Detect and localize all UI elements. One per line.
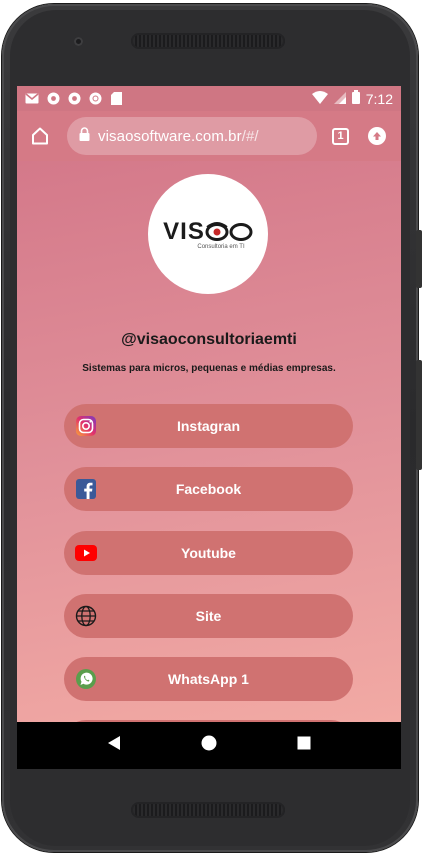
link-label: Youtube [181, 545, 236, 561]
volume-button [416, 360, 422, 470]
gmail-icon [25, 92, 39, 106]
link-label: Instagran [176, 418, 240, 434]
status-right: 7:12 [311, 90, 393, 107]
browser-toolbar: visaosoftware.com.br/#/ 1 [17, 111, 401, 161]
facebook-link-button[interactable]: Facebook [64, 467, 353, 511]
recents-button[interactable] [297, 736, 311, 755]
facebook-icon [75, 478, 97, 500]
power-button [416, 230, 422, 288]
update-menu-button[interactable] [368, 127, 386, 145]
circle-icon [88, 92, 102, 106]
url-path: /#/ [241, 127, 259, 145]
profile-avatar: VIS Consultoria em TI [148, 174, 268, 294]
profile-username: @visaoconsultoriaemti [121, 331, 297, 348]
profile-tagline: Sistemas para micros, pequenas e médias … [82, 363, 336, 374]
link-label: WhatsApp 1 [168, 671, 249, 687]
battery-icon [351, 90, 360, 107]
back-triangle-icon [108, 736, 120, 750]
signal-icon [333, 91, 346, 107]
sd-card-icon [109, 92, 123, 106]
wifi-icon [311, 90, 328, 107]
bottom-speaker [131, 802, 285, 818]
screen: 7:12 visaosoftware.com.br/#/ 1 VIS Consu… [17, 86, 401, 769]
home-circle-icon [201, 735, 217, 751]
back-button[interactable] [107, 735, 121, 756]
android-navigation-bar [17, 722, 401, 769]
chrome-icon [67, 92, 81, 106]
logo-subtitle: Consultoria em TI [197, 244, 245, 250]
url-text: visaosoftware.com.br/#/ [98, 128, 259, 145]
logo-text: VIS [163, 218, 205, 245]
tab-switcher-button[interactable]: 1 [332, 127, 349, 145]
home-button[interactable] [27, 123, 53, 149]
recents-square-icon [297, 736, 311, 750]
home-icon [32, 127, 48, 145]
link-label: Facebook [175, 481, 242, 497]
whatsapp-icon [75, 668, 97, 690]
notification-icons [25, 92, 123, 106]
link-label: Site [195, 608, 222, 624]
top-speaker [131, 33, 285, 49]
youtube-link-button[interactable]: Youtube [64, 531, 353, 575]
site-link-button[interactable]: Site [64, 594, 353, 638]
globe-icon [75, 605, 97, 627]
page-content: VIS Consultoria em TI @visaoconsultoriae… [17, 161, 401, 722]
status-bar: 7:12 [17, 86, 401, 111]
address-bar[interactable]: visaosoftware.com.br/#/ [67, 117, 317, 155]
lock-icon [79, 126, 90, 146]
front-camera [74, 37, 83, 46]
youtube-icon [75, 542, 97, 564]
instagram-icon [75, 415, 97, 437]
chrome-icon [46, 92, 60, 106]
eye-logo-icon [205, 222, 253, 241]
clock: 7:12 [365, 90, 393, 107]
logo: VIS [163, 218, 253, 246]
arrow-up-icon [373, 132, 381, 140]
home-nav-button[interactable] [201, 735, 217, 756]
whatsapp-link-button[interactable]: WhatsApp 1 [64, 657, 353, 701]
url-domain: visaosoftware.com.br [98, 127, 242, 145]
instagram-link-button[interactable]: Instagran [64, 404, 353, 448]
